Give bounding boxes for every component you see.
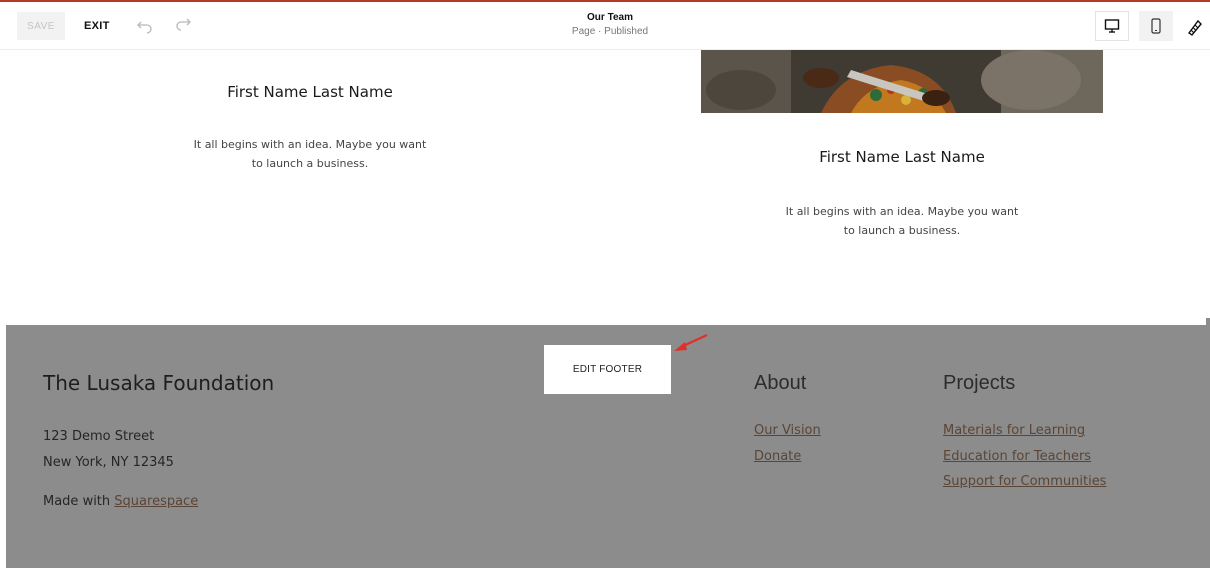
footer-link-donate[interactable]: Donate xyxy=(754,449,801,464)
team-member-name: First Name Last Name xyxy=(819,148,985,166)
undo-icon[interactable] xyxy=(136,16,154,34)
site-styles-button[interactable] xyxy=(1183,15,1207,39)
paintbrush-icon xyxy=(1187,19,1202,36)
footer-about-heading: About xyxy=(754,372,807,394)
photo-image xyxy=(701,50,1103,113)
page-status: Page · Published xyxy=(571,26,649,37)
mobile-icon xyxy=(1151,18,1161,34)
site-footer: The Lusaka Foundation 123 Demo Street Ne… xyxy=(6,325,1206,568)
team-member-name: First Name Last Name xyxy=(227,83,393,101)
bio-line: to launch a business. xyxy=(251,157,369,170)
team-member-bio: It all begins with an idea. Maybe you wa… xyxy=(150,135,470,173)
footer-link-education[interactable]: Education for Teachers xyxy=(943,449,1091,464)
made-with-text: Made with xyxy=(43,494,111,509)
bio-line: It all begins with an idea. Maybe you wa… xyxy=(785,205,1019,218)
team-section: First Name Last Name It all begins with … xyxy=(0,50,1210,325)
bio-line: It all begins with an idea. Maybe you wa… xyxy=(193,138,427,151)
page-info[interactable]: Our Team Page · Published xyxy=(500,11,720,38)
desktop-view-button[interactable] xyxy=(1095,11,1129,41)
squarespace-link[interactable]: Squarespace xyxy=(114,494,198,509)
footer-address-line: New York, NY 12345 xyxy=(43,455,174,470)
team-member-photo xyxy=(701,50,1103,113)
annotation-arrow-icon xyxy=(674,334,708,351)
footer-link-our-vision[interactable]: Our Vision xyxy=(754,423,821,438)
desktop-icon xyxy=(1104,19,1120,33)
footer-address-line: 123 Demo Street xyxy=(43,429,155,444)
footer-projects-heading: Projects xyxy=(943,372,1016,394)
team-member-bio: It all begins with an idea. Maybe you wa… xyxy=(742,202,1062,240)
footer-org-name: The Lusaka Foundation xyxy=(43,371,275,395)
mobile-view-button[interactable] xyxy=(1139,11,1173,41)
editor-toolbar: SAVE EXIT Our Team Page · Published xyxy=(0,2,1210,50)
bio-line: to launch a business. xyxy=(843,224,961,237)
exit-button[interactable]: EXIT xyxy=(84,12,110,40)
edit-footer-button[interactable]: EDIT FOOTER xyxy=(544,345,671,394)
scrollbar[interactable] xyxy=(1206,318,1210,568)
footer-link-materials[interactable]: Materials for Learning xyxy=(943,423,1085,438)
footer-link-support[interactable]: Support for Communities xyxy=(943,474,1106,489)
footer-made-with: Made with Squarespace xyxy=(43,494,198,509)
page-title: Our Team xyxy=(587,12,633,23)
save-button[interactable]: SAVE xyxy=(17,12,65,40)
redo-icon[interactable] xyxy=(174,16,192,34)
